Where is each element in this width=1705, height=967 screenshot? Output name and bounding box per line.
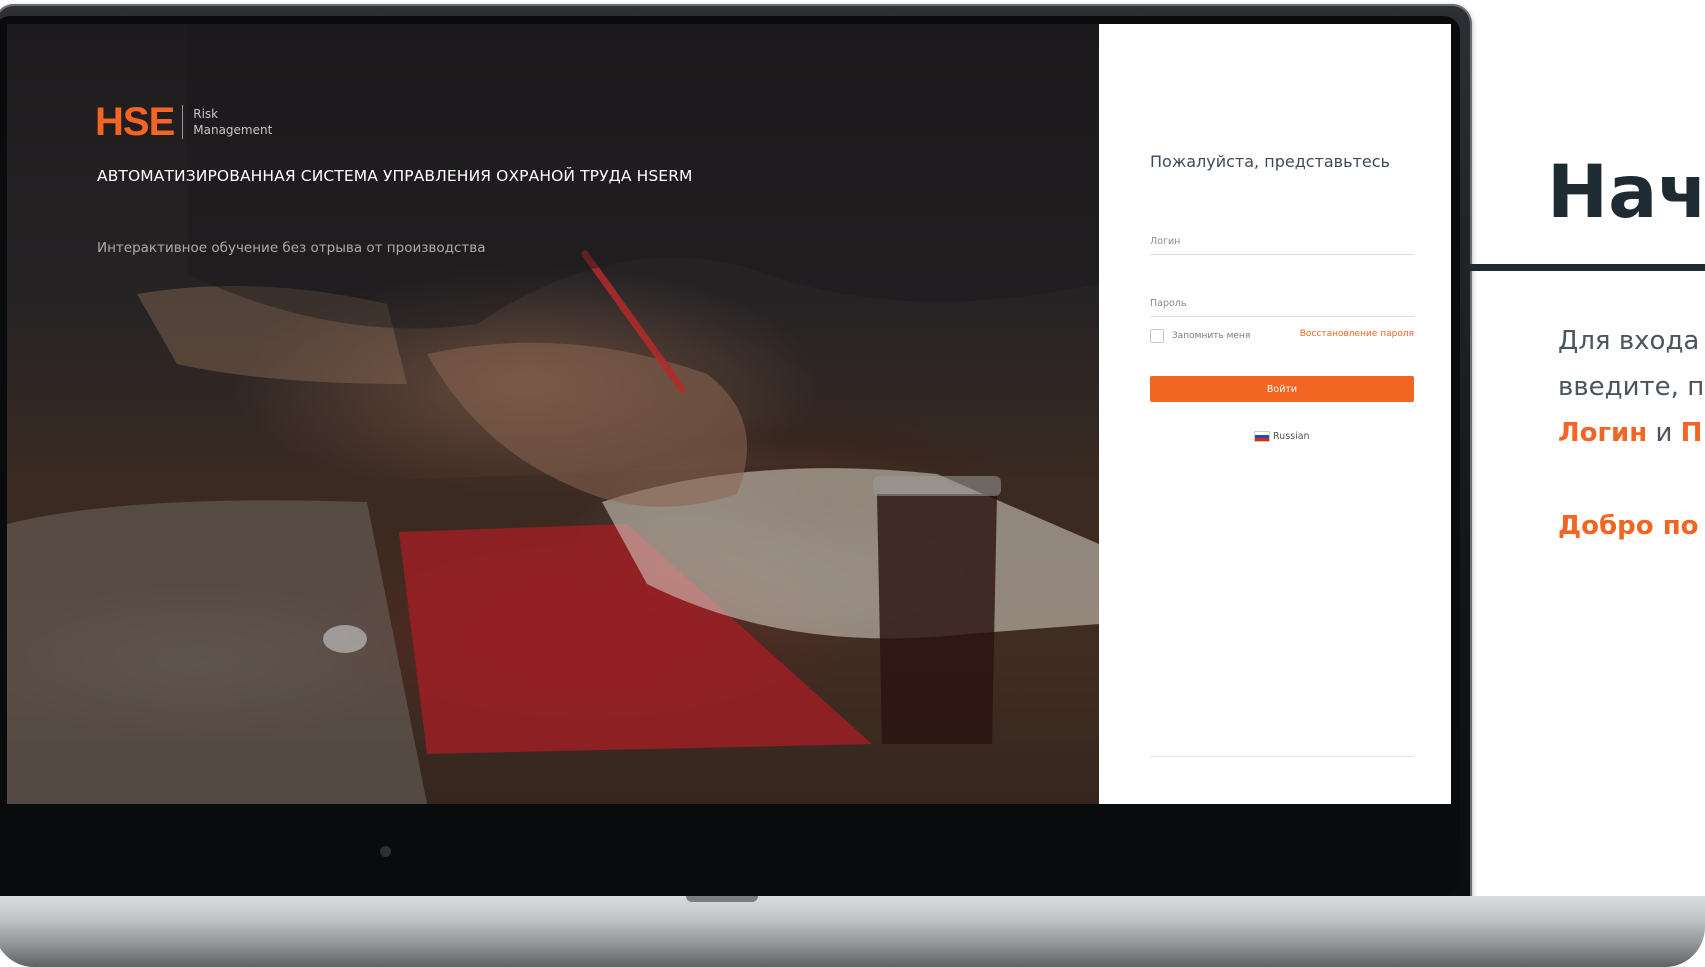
brand-logo: HSE Risk Management: [95, 102, 272, 142]
login-word: Логин: [1558, 418, 1648, 448]
and-word: и: [1647, 418, 1681, 448]
password-recovery-link[interactable]: Восстановление пароля: [1300, 329, 1414, 339]
system-title: АВТОМАТИЗИРОВАННАЯ СИСТЕМА УПРАВЛЕНИЯ ОХ…: [97, 167, 693, 185]
slide-instructions: Для входа введите, п Логин и П: [1558, 318, 1704, 456]
footer-divider: [1150, 756, 1414, 757]
logo-subtitle-line1: Risk: [193, 107, 219, 121]
laptop-base: [0, 896, 1705, 967]
russia-flag-icon: [1254, 431, 1270, 442]
login-input[interactable]: [1150, 230, 1414, 252]
laptop-base-line: [0, 938, 74, 940]
password-field: [1150, 292, 1414, 317]
slide-line-1: Для входа: [1558, 326, 1700, 356]
login-heading: Пожалуйста, представьтесь: [1150, 152, 1390, 171]
slide-divider: [1470, 264, 1705, 271]
slide-line-2: введите, п: [1558, 372, 1705, 402]
password-input[interactable]: [1150, 292, 1414, 314]
remember-label[interactable]: Запомнить меня: [1172, 331, 1250, 341]
logo-subtitle-line2: Management: [193, 123, 273, 137]
slide-welcome: Добро по: [1558, 511, 1699, 541]
login-field: [1150, 230, 1414, 255]
remember-row: Запомнить меня Восстановление пароля: [1150, 329, 1414, 345]
camera-icon: [380, 846, 391, 857]
tagline: Интерактивное обучение без отрыва от про…: [97, 240, 486, 256]
remember-checkbox[interactable]: [1150, 329, 1164, 343]
laptop-base-line: [1374, 938, 1514, 940]
login-panel: Пожалуйста, представьтесь Запомнить меня…: [1099, 24, 1451, 804]
logo-text: HSE: [95, 100, 175, 144]
slide-title: Нач: [1547, 150, 1705, 235]
laptop-hinge-notch: [686, 896, 758, 902]
language-label: Russian: [1273, 431, 1310, 442]
logo-subtitle: Risk Management: [193, 106, 272, 138]
slide-line-3: Логин и П: [1558, 410, 1704, 456]
password-word-fragment: П: [1680, 418, 1703, 448]
background-photo: HSE Risk Management АВТОМАТИЗИРОВАННАЯ С…: [7, 24, 1099, 804]
language-selector[interactable]: Russian: [1254, 431, 1310, 442]
login-button[interactable]: Войти: [1150, 376, 1414, 402]
laptop-screen: HSE Risk Management АВТОМАТИЗИРОВАННАЯ С…: [7, 24, 1451, 804]
logo-divider: [182, 105, 184, 139]
